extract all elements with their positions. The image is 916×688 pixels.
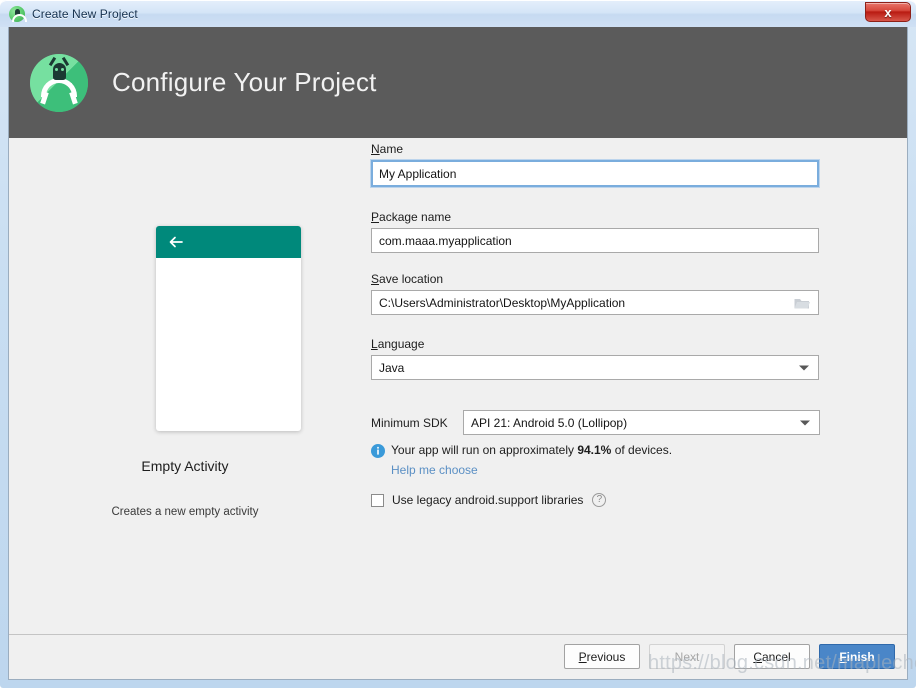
chevron-down-icon xyxy=(800,420,810,425)
field-legacy-libraries: Use legacy android.support libraries ? xyxy=(371,493,607,507)
project-form: Name My Application Package name com.maa… xyxy=(361,138,907,634)
finish-rest: inish xyxy=(846,649,875,664)
name-label-mnemonic: N xyxy=(371,142,380,156)
help-me-choose-link[interactable]: Help me choose xyxy=(391,463,478,477)
language-label-mnemonic: L xyxy=(371,337,378,351)
preview-appbar xyxy=(156,226,301,258)
device-coverage-text: Your app will run on approximately 94.1%… xyxy=(391,443,672,457)
language-label-rest: anguage xyxy=(377,337,425,351)
phone-preview xyxy=(156,226,301,431)
field-minimum-sdk: Minimum SDK API 21: Android 5.0 (Lollipo… xyxy=(371,410,891,435)
save-location-label: Save location xyxy=(371,272,819,286)
field-name: Name My Application xyxy=(370,142,820,188)
cancel-mnemonic: C xyxy=(753,649,762,664)
package-name-label: Package name xyxy=(371,210,819,224)
field-language: Language Java xyxy=(371,337,819,380)
android-studio-logo xyxy=(30,53,88,112)
cancel-rest: ancel xyxy=(761,649,791,664)
minimum-sdk-select[interactable]: API 21: Android 5.0 (Lollipop) xyxy=(463,410,820,435)
legacy-libraries-label: Use legacy android.support libraries xyxy=(392,493,584,507)
template-name: Empty Activity xyxy=(141,458,229,474)
page-title: Configure Your Project xyxy=(112,67,377,97)
save-label-rest: ave location xyxy=(379,272,444,286)
window-title: Create New Project xyxy=(32,7,138,21)
info-icon xyxy=(371,444,385,458)
question-mark-icon[interactable]: ? xyxy=(592,493,607,507)
device-coverage-info: Your app will run on approximately 94.1%… xyxy=(371,443,672,458)
field-save-location: Save location C:\Users\Administrator\Des… xyxy=(371,272,819,315)
package-label-rest: ackage name xyxy=(379,210,452,224)
folder-icon[interactable] xyxy=(794,296,810,309)
template-preview-panel: Empty Activity Creates a new empty activ… xyxy=(9,138,361,634)
save-location-value: C:\Users\Administrator\Desktop\MyApplica… xyxy=(379,295,626,310)
dialog-footer: Previous Next Cancel Finish xyxy=(9,634,907,678)
language-select[interactable]: Java xyxy=(371,355,819,380)
dialog-client-area: Configure Your Project Empty Activity Cr… xyxy=(8,27,908,680)
previous-button[interactable]: Previous xyxy=(564,644,640,669)
minimum-sdk-label: Minimum SDK xyxy=(371,415,448,430)
close-button[interactable]: x xyxy=(865,2,911,22)
legacy-libraries-checkbox[interactable] xyxy=(371,493,384,507)
dialog-body: Empty Activity Creates a new empty activ… xyxy=(9,138,907,634)
previous-rest: revious xyxy=(586,649,626,664)
cancel-button[interactable]: Cancel xyxy=(734,644,810,669)
android-studio-icon xyxy=(9,6,27,22)
coverage-percent: 94.1% xyxy=(577,443,612,457)
minimum-sdk-value: API 21: Android 5.0 (Lollipop) xyxy=(471,415,628,430)
name-input-value: My Application xyxy=(379,166,457,181)
package-label-mnemonic: P xyxy=(371,210,380,224)
dialog-header: Configure Your Project xyxy=(9,27,907,138)
name-label: Name xyxy=(371,142,819,156)
previous-mnemonic: P xyxy=(578,649,587,664)
next-button: Next xyxy=(649,644,725,669)
title-bar: Create New Project x xyxy=(0,0,916,27)
dialog-window: Create New Project x Configure Your Proj… xyxy=(0,0,916,688)
field-package-name: Package name com.maaa.myapplication xyxy=(371,210,819,253)
save-location-input[interactable]: C:\Users\Administrator\Desktop\MyApplica… xyxy=(371,290,819,315)
chevron-down-icon xyxy=(799,365,809,370)
close-icon: x xyxy=(884,4,892,20)
finish-mnemonic: F xyxy=(839,649,847,664)
next-label: Next xyxy=(674,649,700,664)
save-label-mnemonic: S xyxy=(371,272,380,286)
package-name-value: com.maaa.myapplication xyxy=(379,233,512,248)
coverage-text-before: Your app will run on approximately xyxy=(391,443,578,457)
coverage-text-after: of devices. xyxy=(611,443,673,457)
back-arrow-icon xyxy=(169,236,183,248)
language-label: Language xyxy=(371,337,819,351)
name-input[interactable]: My Application xyxy=(370,159,820,188)
language-value: Java xyxy=(379,360,405,375)
name-label-rest: ame xyxy=(379,142,404,156)
package-name-input[interactable]: com.maaa.myapplication xyxy=(371,228,819,253)
finish-button[interactable]: Finish xyxy=(819,644,895,669)
template-description: Creates a new empty activity xyxy=(111,506,259,518)
